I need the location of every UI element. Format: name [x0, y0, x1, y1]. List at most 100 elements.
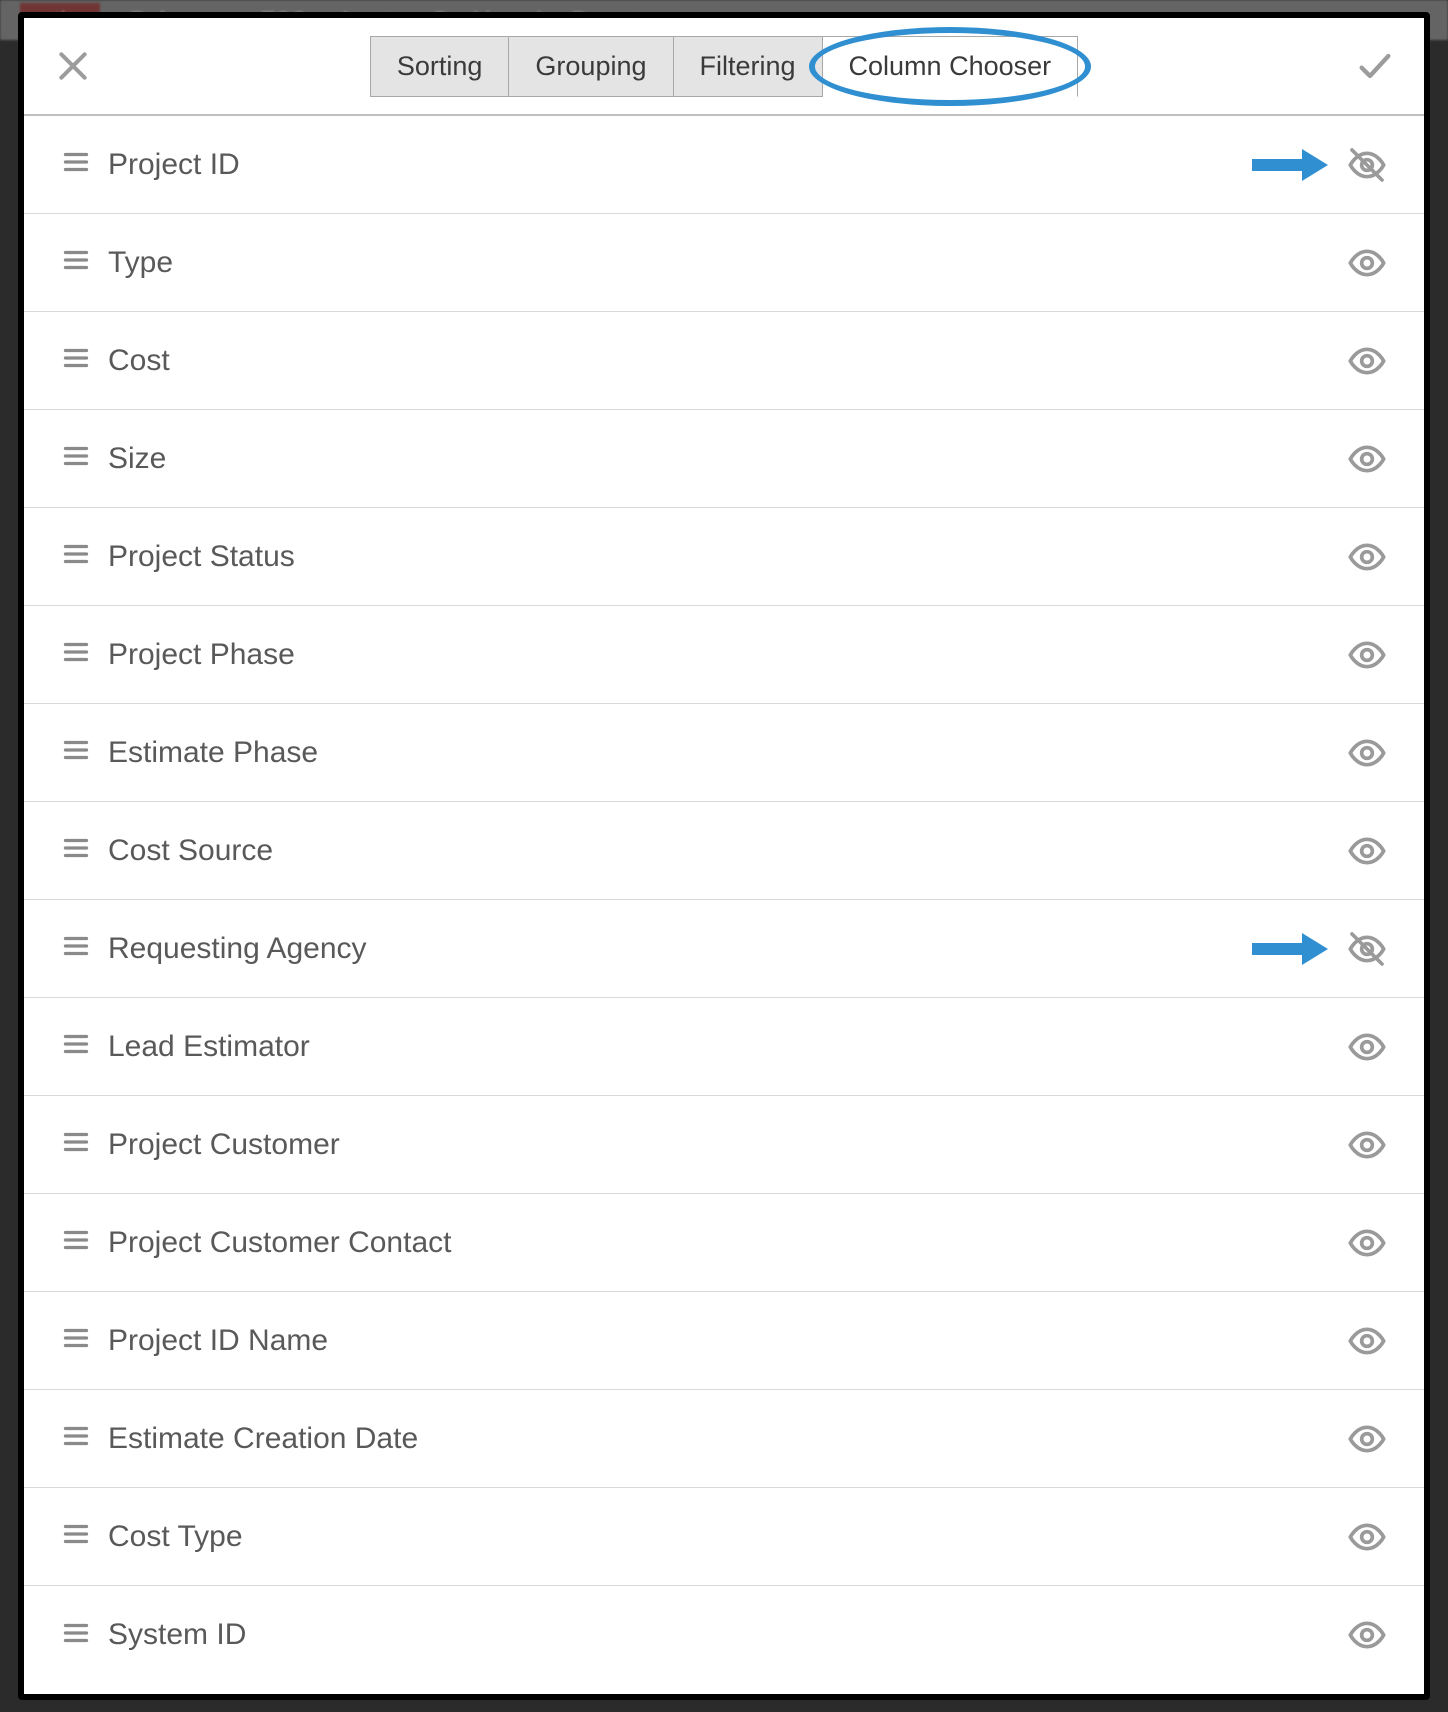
drag-handle-icon	[58, 536, 94, 572]
tab-sorting[interactable]: Sorting	[370, 36, 510, 97]
column-label: Project Customer Contact	[108, 1226, 1344, 1260]
visibility-toggle[interactable]	[1344, 338, 1390, 384]
column-label: Project Phase	[108, 638, 1344, 672]
drag-handle[interactable]	[58, 340, 88, 381]
drag-handle-icon	[58, 1222, 94, 1258]
tab-label: Column Chooser	[849, 51, 1052, 81]
tab-filtering[interactable]: Filtering	[674, 36, 823, 97]
column-chooser-modal: Sorting Grouping Filtering Column Chooser P…	[18, 12, 1430, 1700]
column-row: Requesting Agency	[24, 900, 1424, 998]
eye-icon	[1347, 1321, 1387, 1361]
visibility-toggle[interactable]	[1344, 1612, 1390, 1658]
column-label: Project Status	[108, 540, 1344, 574]
check-icon	[1355, 46, 1395, 86]
drag-handle[interactable]	[58, 1615, 88, 1656]
visibility-toggle[interactable]	[1344, 1416, 1390, 1462]
visibility-toggle[interactable]	[1344, 926, 1390, 972]
drag-handle-icon	[58, 1516, 94, 1552]
drag-handle[interactable]	[58, 928, 88, 969]
confirm-button[interactable]	[1350, 41, 1400, 91]
drag-handle-icon	[58, 732, 94, 768]
drag-handle-icon	[58, 1320, 94, 1356]
visibility-toggle[interactable]	[1344, 1122, 1390, 1168]
column-label: Project Customer	[108, 1128, 1344, 1162]
drag-handle[interactable]	[58, 1222, 88, 1263]
tab-column-chooser[interactable]: Column Chooser	[823, 36, 1079, 97]
tab-bar: Sorting Grouping Filtering Column Chooser	[98, 36, 1350, 97]
column-row: Size	[24, 410, 1424, 508]
eye-icon	[1347, 439, 1387, 479]
visibility-toggle[interactable]	[1344, 1024, 1390, 1070]
column-row: Cost Type	[24, 1488, 1424, 1586]
visibility-toggle[interactable]	[1344, 828, 1390, 874]
column-label: Project ID Name	[108, 1324, 1344, 1358]
drag-handle-icon	[58, 1026, 94, 1062]
eye-icon	[1347, 635, 1387, 675]
drag-handle[interactable]	[58, 1418, 88, 1459]
column-row: Cost Source	[24, 802, 1424, 900]
eye-icon	[1347, 1419, 1387, 1459]
drag-handle-icon	[58, 242, 94, 278]
drag-handle[interactable]	[58, 1124, 88, 1165]
eye-icon	[1347, 831, 1387, 871]
drag-handle[interactable]	[58, 1516, 88, 1557]
eye-icon	[1347, 1223, 1387, 1263]
visibility-toggle[interactable]	[1344, 1318, 1390, 1364]
close-icon	[53, 46, 93, 86]
column-row: Estimate Phase	[24, 704, 1424, 802]
column-label: Project ID	[108, 148, 1344, 182]
column-label: Estimate Phase	[108, 736, 1344, 770]
drag-handle-icon	[58, 340, 94, 376]
visibility-toggle[interactable]	[1344, 436, 1390, 482]
column-row: Project Status	[24, 508, 1424, 606]
drag-handle-icon	[58, 1418, 94, 1454]
column-row: Lead Estimator	[24, 998, 1424, 1096]
drag-handle-icon	[58, 1615, 94, 1651]
eye-off-icon	[1347, 145, 1387, 185]
drag-handle[interactable]	[58, 830, 88, 871]
drag-handle[interactable]	[58, 732, 88, 773]
column-label: Cost Source	[108, 834, 1344, 868]
column-label: Cost	[108, 344, 1344, 378]
close-button[interactable]	[48, 41, 98, 91]
column-row: System ID	[24, 1586, 1424, 1684]
visibility-toggle[interactable]	[1344, 632, 1390, 678]
eye-icon	[1347, 243, 1387, 283]
drag-handle[interactable]	[58, 144, 88, 185]
drag-handle[interactable]	[58, 1026, 88, 1067]
column-label: Requesting Agency	[108, 932, 1344, 966]
column-label: Type	[108, 246, 1344, 280]
drag-handle[interactable]	[58, 438, 88, 479]
eye-icon	[1347, 1125, 1387, 1165]
tab-label: Grouping	[535, 51, 646, 81]
drag-handle[interactable]	[58, 536, 88, 577]
drag-handle[interactable]	[58, 1320, 88, 1361]
column-label: Size	[108, 442, 1344, 476]
column-row: Project Customer	[24, 1096, 1424, 1194]
column-list: Project ID Type Cost Size Project Status Proj…	[24, 116, 1424, 1694]
drag-handle-icon	[58, 634, 94, 670]
tab-grouping[interactable]: Grouping	[509, 36, 673, 97]
drag-handle[interactable]	[58, 242, 88, 283]
drag-handle-icon	[58, 438, 94, 474]
tab-label: Sorting	[397, 51, 483, 81]
drag-handle[interactable]	[58, 634, 88, 675]
column-row: Project Phase	[24, 606, 1424, 704]
eye-icon	[1347, 1517, 1387, 1557]
tab-label: Filtering	[700, 51, 796, 81]
column-row: Project ID	[24, 116, 1424, 214]
visibility-toggle[interactable]	[1344, 1514, 1390, 1560]
visibility-toggle[interactable]	[1344, 534, 1390, 580]
visibility-toggle[interactable]	[1344, 730, 1390, 776]
visibility-toggle[interactable]	[1344, 240, 1390, 286]
eye-icon	[1347, 537, 1387, 577]
visibility-toggle[interactable]	[1344, 1220, 1390, 1266]
column-label: System ID	[108, 1618, 1344, 1652]
visibility-toggle[interactable]	[1344, 142, 1390, 188]
drag-handle-icon	[58, 144, 94, 180]
column-label: Estimate Creation Date	[108, 1422, 1344, 1456]
column-label: Cost Type	[108, 1520, 1344, 1554]
column-row: Estimate Creation Date	[24, 1390, 1424, 1488]
column-label: Lead Estimator	[108, 1030, 1344, 1064]
column-row: Cost	[24, 312, 1424, 410]
